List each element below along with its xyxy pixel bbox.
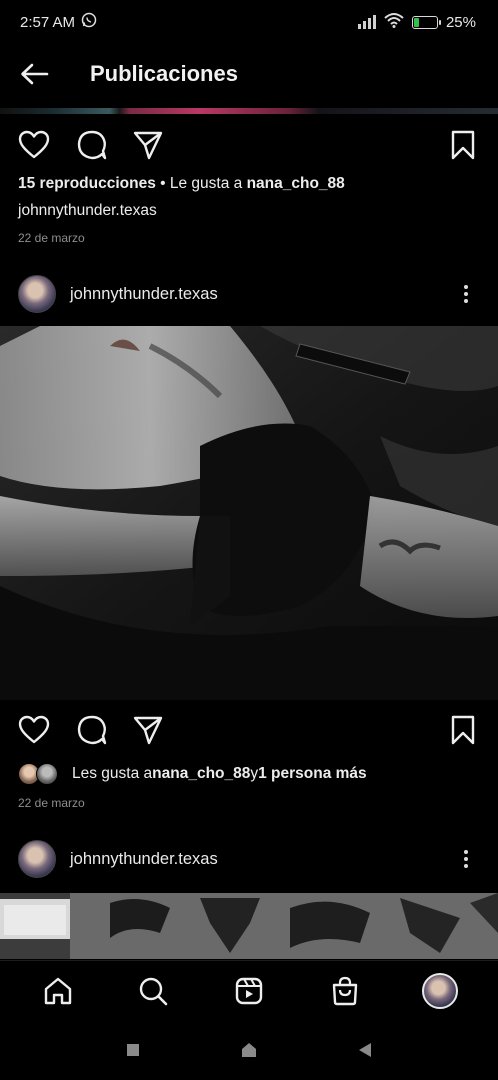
more-options-button[interactable]: [456, 279, 476, 309]
signal-icon: [357, 15, 376, 29]
previous-post-actions: [0, 123, 498, 167]
battery-level: [413, 17, 420, 27]
like-button[interactable]: [18, 130, 50, 160]
status-time: 2:57 AM: [20, 13, 76, 31]
shop-icon: [332, 976, 357, 1005]
post-image[interactable]: [0, 326, 498, 700]
nav-home[interactable]: [33, 966, 83, 1016]
back-button[interactable]: [14, 54, 54, 94]
bottom-nav: [0, 960, 498, 1020]
arrow-left-icon: [21, 63, 49, 85]
save-button[interactable]: [450, 715, 476, 745]
heart-icon: [18, 715, 50, 744]
heart-icon: [18, 130, 50, 159]
post-header: johnnythunder.texas: [0, 268, 498, 320]
next-post-header: johnnythunder.texas: [0, 833, 498, 885]
comment-button[interactable]: [76, 129, 108, 161]
post-photo-placeholder: [0, 326, 498, 700]
recents-icon: [127, 1044, 139, 1056]
views-count: 15 reproducciones: [18, 175, 156, 192]
save-button[interactable]: [450, 130, 476, 160]
system-back-button[interactable]: [355, 1040, 375, 1060]
share-button[interactable]: [132, 130, 164, 160]
share-button[interactable]: [132, 715, 164, 745]
liked-by-prefix: • Le gusta a: [155, 175, 247, 192]
nav-reels[interactable]: [224, 966, 274, 1016]
battery-percent: 25%: [445, 13, 476, 31]
caption-username[interactable]: johnnythunder.texas: [18, 202, 157, 219]
likers-avatars: [18, 762, 62, 786]
comment-icon: [77, 130, 107, 160]
status-bar: 2:57 AM 25%: [0, 0, 498, 44]
likes-mid: y: [250, 765, 259, 782]
nav-search[interactable]: [128, 966, 178, 1016]
next-post-image[interactable]: [0, 893, 498, 959]
status-right: 25%: [357, 12, 476, 32]
comment-icon: [77, 715, 107, 745]
app-header: Publicaciones: [0, 44, 498, 104]
system-home-button[interactable]: [239, 1040, 259, 1060]
page-title: Publicaciones: [90, 61, 238, 86]
whatsapp-icon: [81, 12, 97, 32]
post-actions: [0, 708, 498, 752]
next-post-photo-placeholder: [0, 893, 498, 959]
nav-profile[interactable]: [415, 966, 465, 1016]
wifi-icon: [384, 12, 404, 32]
bookmark-icon: [451, 130, 475, 160]
comment-button[interactable]: [76, 714, 108, 746]
avatar[interactable]: [18, 840, 56, 878]
liked-by-user[interactable]: nana_cho_88: [152, 765, 250, 783]
nav-shop[interactable]: [320, 966, 370, 1016]
previous-post-date: 22 de marzo: [18, 231, 85, 245]
likes-row[interactable]: Les gusta a nana_cho_88 y 1 persona más: [18, 762, 367, 786]
send-icon: [133, 131, 163, 160]
search-icon: [140, 977, 168, 1005]
post-date: 22 de marzo: [18, 796, 85, 810]
avatar[interactable]: [18, 275, 56, 313]
bookmark-icon: [451, 715, 475, 745]
profile-avatar: [422, 972, 459, 1009]
post-username[interactable]: johnnythunder.texas: [70, 285, 218, 304]
system-nav: [0, 1020, 498, 1080]
more-options-button[interactable]: [456, 844, 476, 874]
likes-others[interactable]: 1 persona más: [258, 765, 367, 783]
previous-post-media-edge: [0, 108, 498, 114]
previous-post-caption: johnnythunder.texas: [18, 202, 157, 220]
liked-by-user[interactable]: nana_cho_88: [247, 175, 345, 192]
like-button[interactable]: [18, 715, 50, 745]
recents-button[interactable]: [123, 1040, 143, 1060]
send-icon: [133, 716, 163, 745]
status-left: 2:57 AM: [20, 12, 97, 32]
back-icon: [359, 1043, 371, 1057]
previous-post-stats: 15 reproducciones • Le gusta a nana_cho_…: [18, 175, 345, 193]
likes-prefix: Les gusta a: [72, 765, 153, 782]
home-icon: [242, 1043, 256, 1057]
battery-icon: [411, 15, 441, 29]
liker-avatar: [36, 763, 58, 785]
reels-icon: [235, 977, 263, 1004]
post-username[interactable]: johnnythunder.texas: [70, 850, 218, 869]
home-icon: [44, 977, 71, 1004]
